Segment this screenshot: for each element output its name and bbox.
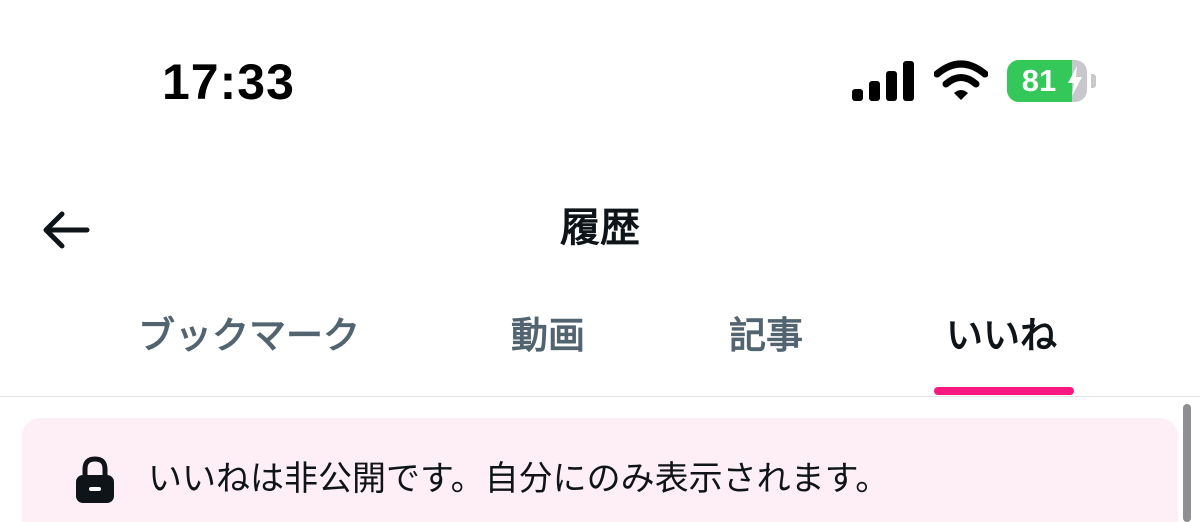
battery-icon: 81 [1007, 60, 1097, 102]
lock-icon [76, 456, 114, 503]
tab-likes[interactable]: いいね [946, 308, 1057, 364]
tab-articles[interactable]: 記事 [729, 308, 803, 364]
battery-cap [1091, 74, 1096, 88]
bolt-icon [1068, 66, 1082, 96]
scrollbar[interactable] [1183, 404, 1191, 522]
tabs-divider [0, 396, 1200, 397]
privacy-notice-text: いいねは非公開です。自分にのみ表示されます。 [148, 459, 890, 499]
tab-bookmarks[interactable]: ブックマーク [138, 308, 360, 364]
tab-videos[interactable]: 動画 [511, 308, 585, 364]
page-title: 履歴 [560, 205, 640, 251]
battery-percent: 81 [1021, 63, 1057, 98]
battery-body: 81 [1007, 60, 1087, 102]
screen: 17:33 81 履歴 ブックマーク 動画 記事 いいね いいねは非公開です。自… [0, 0, 1200, 522]
status-time: 17:33 [162, 54, 295, 110]
signal-icon [852, 61, 914, 101]
wifi-icon [934, 60, 988, 100]
active-tab-indicator [934, 387, 1074, 395]
